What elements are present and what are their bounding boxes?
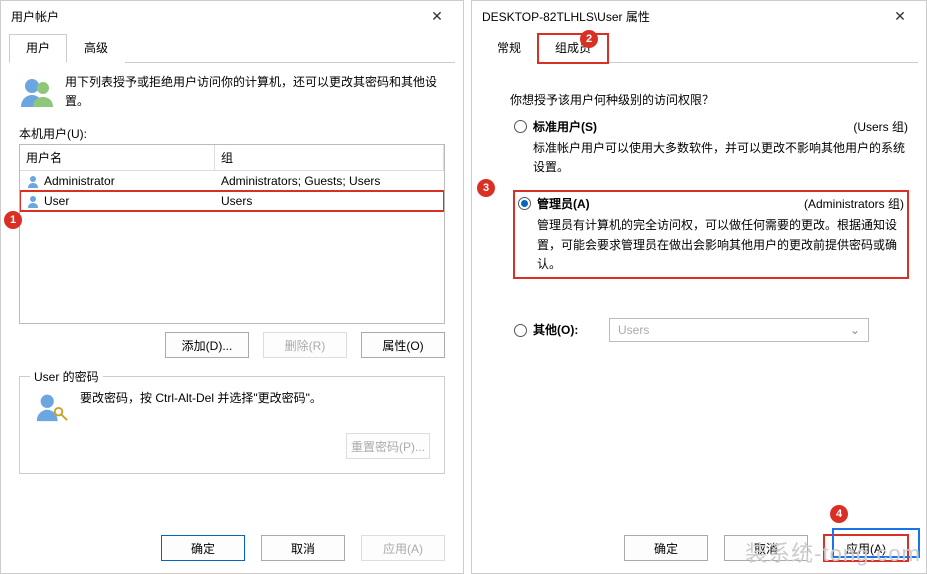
list-row-user[interactable]: User Users	[20, 191, 444, 211]
titlebar-right: DESKTOP-82TLHLS\User 属性 ✕	[472, 1, 926, 31]
select-value: Users	[618, 323, 649, 337]
window-title: DESKTOP-82TLHLS\User 属性	[482, 8, 650, 25]
radio-admin-row[interactable]: 管理员(A) (Administrators 组) 管理员有计算机的完全访问权，…	[514, 191, 908, 278]
right-content: 你想授予该用户何种级别的访问权限？ 标准用户(S) (Users 组) 标准帐户…	[472, 63, 926, 358]
blue-highlight	[832, 528, 920, 558]
radio-desc: 管理员有计算机的完全访问权，可以做任何需要的更改。根据通知设置，可能会要求管理员…	[537, 216, 904, 274]
col-username[interactable]: 用户名	[20, 145, 215, 171]
radio-hint: (Administrators 组)	[804, 195, 904, 212]
access-question: 你想授予该用户何种级别的访问权限？	[510, 91, 908, 108]
tab-users[interactable]: 用户	[9, 34, 67, 63]
reset-password-button: 重置密码(P)...	[346, 433, 430, 459]
radio-standard-row[interactable]: 标准用户(S) (Users 组) 标准帐户用户可以使用大多数软件，并可以更改不…	[514, 118, 908, 177]
tab-advanced[interactable]: 高级	[67, 34, 125, 63]
annotation-badge-2: 2	[580, 30, 598, 48]
users-listbox[interactable]: 用户名 组 Administrator Administrators; Gues…	[19, 144, 445, 324]
ok-button[interactable]: 确定	[161, 535, 245, 561]
other-group-select[interactable]: Users ⌄	[609, 318, 869, 342]
annotation-badge-1: 1	[4, 211, 22, 229]
remove-button: 删除(R)	[263, 332, 347, 358]
groupbox-title: User 的密码	[30, 368, 103, 385]
row-name: User	[44, 194, 69, 208]
col-groups[interactable]: 组	[215, 145, 444, 171]
annotation-badge-3: 3	[477, 179, 495, 197]
chevron-down-icon: ⌄	[850, 323, 860, 337]
apply-button: 应用(A)	[361, 535, 445, 561]
close-icon[interactable]: ✕	[417, 1, 457, 31]
list-label: 本机用户(U):	[19, 125, 445, 142]
radio-other-row[interactable]: 其他(O): Users ⌄	[514, 318, 908, 342]
intro-row: 用下列表授予或拒绝用户访问你的计算机，还可以更改其密码和其他设置。	[19, 73, 445, 111]
row-name: Administrator	[44, 174, 115, 188]
window-title: 用户帐户	[11, 8, 59, 25]
intro-text: 用下列表授予或拒绝用户访问你的计算机，还可以更改其密码和其他设置。	[65, 73, 445, 111]
password-groupbox: User 的密码 要改密码，按 Ctrl-Alt-Del 并选择"更改密码"。 …	[19, 376, 445, 474]
left-content: 用下列表授予或拒绝用户访问你的计算机，还可以更改其密码和其他设置。 本机用户(U…	[1, 63, 463, 484]
password-text: 要改密码，按 Ctrl-Alt-Del 并选择"更改密码"。	[80, 389, 322, 408]
radio-other[interactable]	[514, 324, 527, 337]
radio-hint: (Users 组)	[853, 118, 908, 135]
row-groups: Administrators; Guests; Users	[215, 172, 444, 190]
radio-admin[interactable]	[518, 197, 531, 210]
radio-standard[interactable]	[514, 120, 527, 133]
user-icon	[26, 174, 40, 188]
user-icon	[26, 194, 40, 208]
tabs-right: 常规 组成员	[480, 33, 918, 63]
list-row-admin[interactable]: Administrator Administrators; Guests; Us…	[20, 171, 444, 191]
tabs-left: 用户 高级	[9, 33, 455, 63]
user-properties-window: DESKTOP-82TLHLS\User 属性 ✕ 常规 组成员 你想授予该用户…	[471, 0, 927, 574]
list-header: 用户名 组	[20, 145, 444, 171]
properties-button[interactable]: 属性(O)	[361, 332, 445, 358]
radio-desc: 标准帐户用户可以使用大多数软件，并可以更改不影响其他用户的系统设置。	[533, 139, 908, 177]
users-icon	[19, 73, 55, 109]
close-icon[interactable]: ✕	[880, 1, 920, 31]
list-buttons: 添加(D)... 删除(R) 属性(O)	[19, 332, 445, 358]
radio-label: 标准用户(S)	[533, 118, 597, 135]
cancel-button[interactable]: 取消	[724, 535, 808, 561]
annotation-badge-4: 4	[830, 505, 848, 523]
add-button[interactable]: 添加(D)...	[165, 332, 249, 358]
row-groups: Users	[215, 192, 444, 210]
tab-general[interactable]: 常规	[480, 34, 538, 63]
radio-label: 管理员(A)	[537, 195, 590, 212]
key-user-icon	[34, 389, 68, 423]
titlebar-left: 用户帐户 ✕	[1, 1, 463, 31]
radio-label: 其他(O):	[533, 321, 603, 338]
dialog-buttons-left: 确定 取消 应用(A)	[161, 535, 445, 561]
cancel-button[interactable]: 取消	[261, 535, 345, 561]
ok-button[interactable]: 确定	[624, 535, 708, 561]
user-accounts-window: 用户帐户 ✕ 用户 高级 用下列表授予或拒绝用户访问你的计算机，还可以更改其密码…	[0, 0, 464, 574]
